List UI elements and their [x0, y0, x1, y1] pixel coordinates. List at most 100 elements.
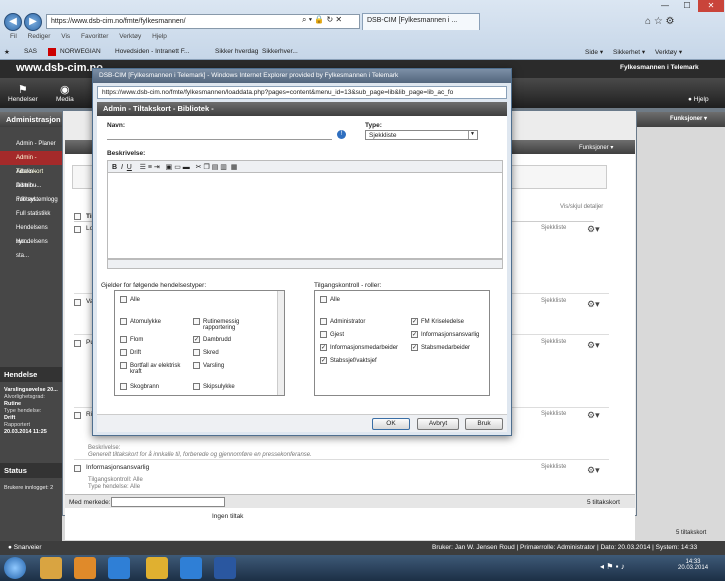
fav-sikker-hverdag[interactable]: Sikker hverdag [215, 48, 258, 55]
role-checkbox[interactable]: ✓ [411, 318, 418, 325]
vis-skjul-detaljer[interactable]: Vis/skjul detaljer [560, 204, 603, 210]
menu-hjelp[interactable]: Hjelp [152, 33, 167, 40]
hendelser-button[interactable]: ⚑ Hendelser [8, 83, 38, 103]
gear-icon[interactable]: ⚙▾ [587, 224, 600, 235]
event-checkbox[interactable] [120, 318, 127, 325]
menu-vis[interactable]: Vis [61, 33, 70, 40]
row-title[interactable]: Informasjonsansvarlig [86, 464, 149, 471]
role-checkbox[interactable] [320, 296, 327, 303]
browser-tab[interactable]: DSB-CIM [Fylkesmannen i ... [362, 13, 480, 30]
fav-sas[interactable]: SAS [24, 48, 37, 55]
navn-input[interactable] [107, 130, 332, 140]
sidebar-item-admin-tiltakskort[interactable]: Admin - Tiltakskort [0, 151, 62, 175]
scrollbar[interactable] [277, 291, 284, 395]
bruk-button[interactable]: Bruk [465, 418, 503, 430]
row-checkbox[interactable] [74, 465, 81, 472]
functions-menu[interactable]: Funksjoner ▾ [670, 115, 707, 122]
row-checkbox[interactable] [74, 340, 81, 347]
close-button[interactable]: ✕ [698, 0, 724, 12]
minimize-button[interactable]: — [654, 0, 676, 12]
link-icon[interactable]: ▭ [174, 164, 181, 171]
type-select[interactable]: Sjekkliste ▼ [365, 130, 478, 140]
sidebar-item-full-systemlogg[interactable]: Full systemlogg [0, 193, 58, 207]
word-icon[interactable] [214, 557, 236, 579]
ie-window-icon[interactable] [180, 557, 202, 579]
list-row[interactable]: Informasjonsansvarlig Sjekkliste ⚙▾ Tilg… [74, 463, 609, 493]
favorites-star-icon[interactable]: ★ [4, 48, 10, 56]
ok-button[interactable]: OK [372, 418, 410, 430]
gear-icon[interactable]: ⚙▾ [587, 299, 600, 310]
fav-hovedsiden[interactable]: Hovedsiden - Intranett F... [115, 48, 189, 55]
underline-button[interactable]: U [127, 164, 132, 171]
sidebar-item-hendelsens-sys[interactable]: Hendelsens sys... [0, 221, 62, 245]
role-checkbox[interactable]: ✓ [411, 344, 418, 351]
sidebar-item-hendelsens-sta[interactable]: Hendelsens sta... [0, 235, 62, 259]
row-checkbox[interactable] [74, 299, 81, 306]
event-checkbox[interactable]: ✓ [193, 336, 200, 343]
menu-rediger[interactable]: Rediger [28, 33, 51, 40]
event-checkbox[interactable] [193, 318, 200, 325]
cmd-sikkerhet[interactable]: Sikkerhet ▾ [613, 48, 645, 56]
maximize-button[interactable]: ☐ [676, 0, 698, 12]
role-checkbox[interactable]: ✓ [320, 357, 327, 364]
sidebar-item-admin-distribu[interactable]: Admin - Distribu... [0, 165, 62, 189]
sidebar-item-admin-infotavl[interactable]: Admin - Infotavl... [0, 179, 62, 203]
role-checkbox[interactable]: ✓ [411, 331, 418, 338]
cut-icon[interactable]: ✂ [196, 164, 202, 171]
sidebar-item-full-statistikk[interactable]: Full statistikk [0, 207, 50, 221]
event-checkbox[interactable] [120, 383, 127, 390]
event-checkbox[interactable] [193, 362, 200, 369]
functions-menu-2[interactable]: Funksjoner ▾ [579, 144, 613, 151]
numbered-list-icon[interactable]: ≡ [148, 164, 152, 171]
tray-icons[interactable]: ◂ ⚑ ▪ ♪ [600, 562, 625, 571]
select-all-checkbox[interactable] [74, 213, 81, 220]
copy-icon[interactable]: ❐ [203, 164, 209, 171]
forward-button[interactable]: ▶ [24, 13, 42, 31]
home-star-gear-icons[interactable]: ⌂ ☆ ⚙ [645, 16, 675, 27]
cmd-verktoy[interactable]: Verktøy ▾ [655, 48, 682, 56]
explorer-folder-icon[interactable] [40, 557, 62, 579]
image-icon[interactable]: ▣ [166, 164, 173, 171]
snarveier-link[interactable]: ● Snarveier [8, 544, 42, 551]
hendelse-name[interactable]: Varslingsøvelse 20... [4, 387, 58, 394]
event-checkbox[interactable] [120, 296, 127, 303]
event-checkbox[interactable] [193, 383, 200, 390]
hr-icon[interactable]: ▬ [183, 164, 190, 171]
indent-icon[interactable]: ⇥ [154, 164, 160, 171]
menu-fil[interactable]: Fil [10, 33, 17, 40]
media-button[interactable]: ◉ Media [56, 83, 74, 103]
avbryt-button[interactable]: Avbryt [417, 418, 459, 430]
menu-verktoy[interactable]: Verktøy [119, 33, 141, 40]
fav-sikkerhver[interactable]: Sikkerhver... [262, 48, 298, 55]
internet-explorer-icon[interactable] [108, 557, 130, 579]
back-button[interactable]: ◀ [4, 13, 22, 31]
role-checkbox[interactable]: ✓ [320, 344, 327, 351]
event-checkbox[interactable] [120, 349, 127, 356]
sidebar-item-admin-planer[interactable]: Admin - Planer [0, 137, 62, 151]
info-icon[interactable]: ! [337, 130, 346, 139]
bold-button[interactable]: B [112, 164, 117, 171]
start-button[interactable] [4, 557, 26, 579]
gear-icon[interactable]: ⚙▾ [587, 410, 600, 421]
event-checkbox[interactable] [193, 349, 200, 356]
source-icon[interactable]: ▦ [231, 164, 238, 171]
outlook-icon[interactable] [146, 557, 168, 579]
gear-icon[interactable]: ⚙▾ [587, 465, 600, 476]
event-checkbox[interactable] [120, 336, 127, 343]
cmd-side[interactable]: Side ▾ [585, 48, 603, 56]
row-checkbox[interactable] [74, 226, 81, 233]
row-checkbox[interactable] [74, 412, 81, 419]
paste-icon[interactable]: ▤ [212, 164, 219, 171]
search-icon[interactable]: ⌕ ▾ 🔒 ↻ ✕ [302, 15, 342, 25]
paste-word-icon[interactable]: ▥ [220, 164, 227, 171]
role-checkbox[interactable] [320, 318, 327, 325]
beskrivelse-editor[interactable] [107, 173, 503, 259]
italic-button[interactable]: I [121, 164, 123, 171]
media-player-icon[interactable] [74, 557, 96, 579]
clock[interactable]: 14:33 20.03.2014 [678, 559, 708, 571]
role-checkbox[interactable] [320, 331, 327, 338]
hjelp-button[interactable]: ● Hjelp [688, 96, 709, 103]
menu-favoritter[interactable]: Favoritter [81, 33, 108, 40]
gear-icon[interactable]: ⚙▾ [587, 340, 600, 351]
med-merkede-select[interactable] [111, 497, 225, 507]
